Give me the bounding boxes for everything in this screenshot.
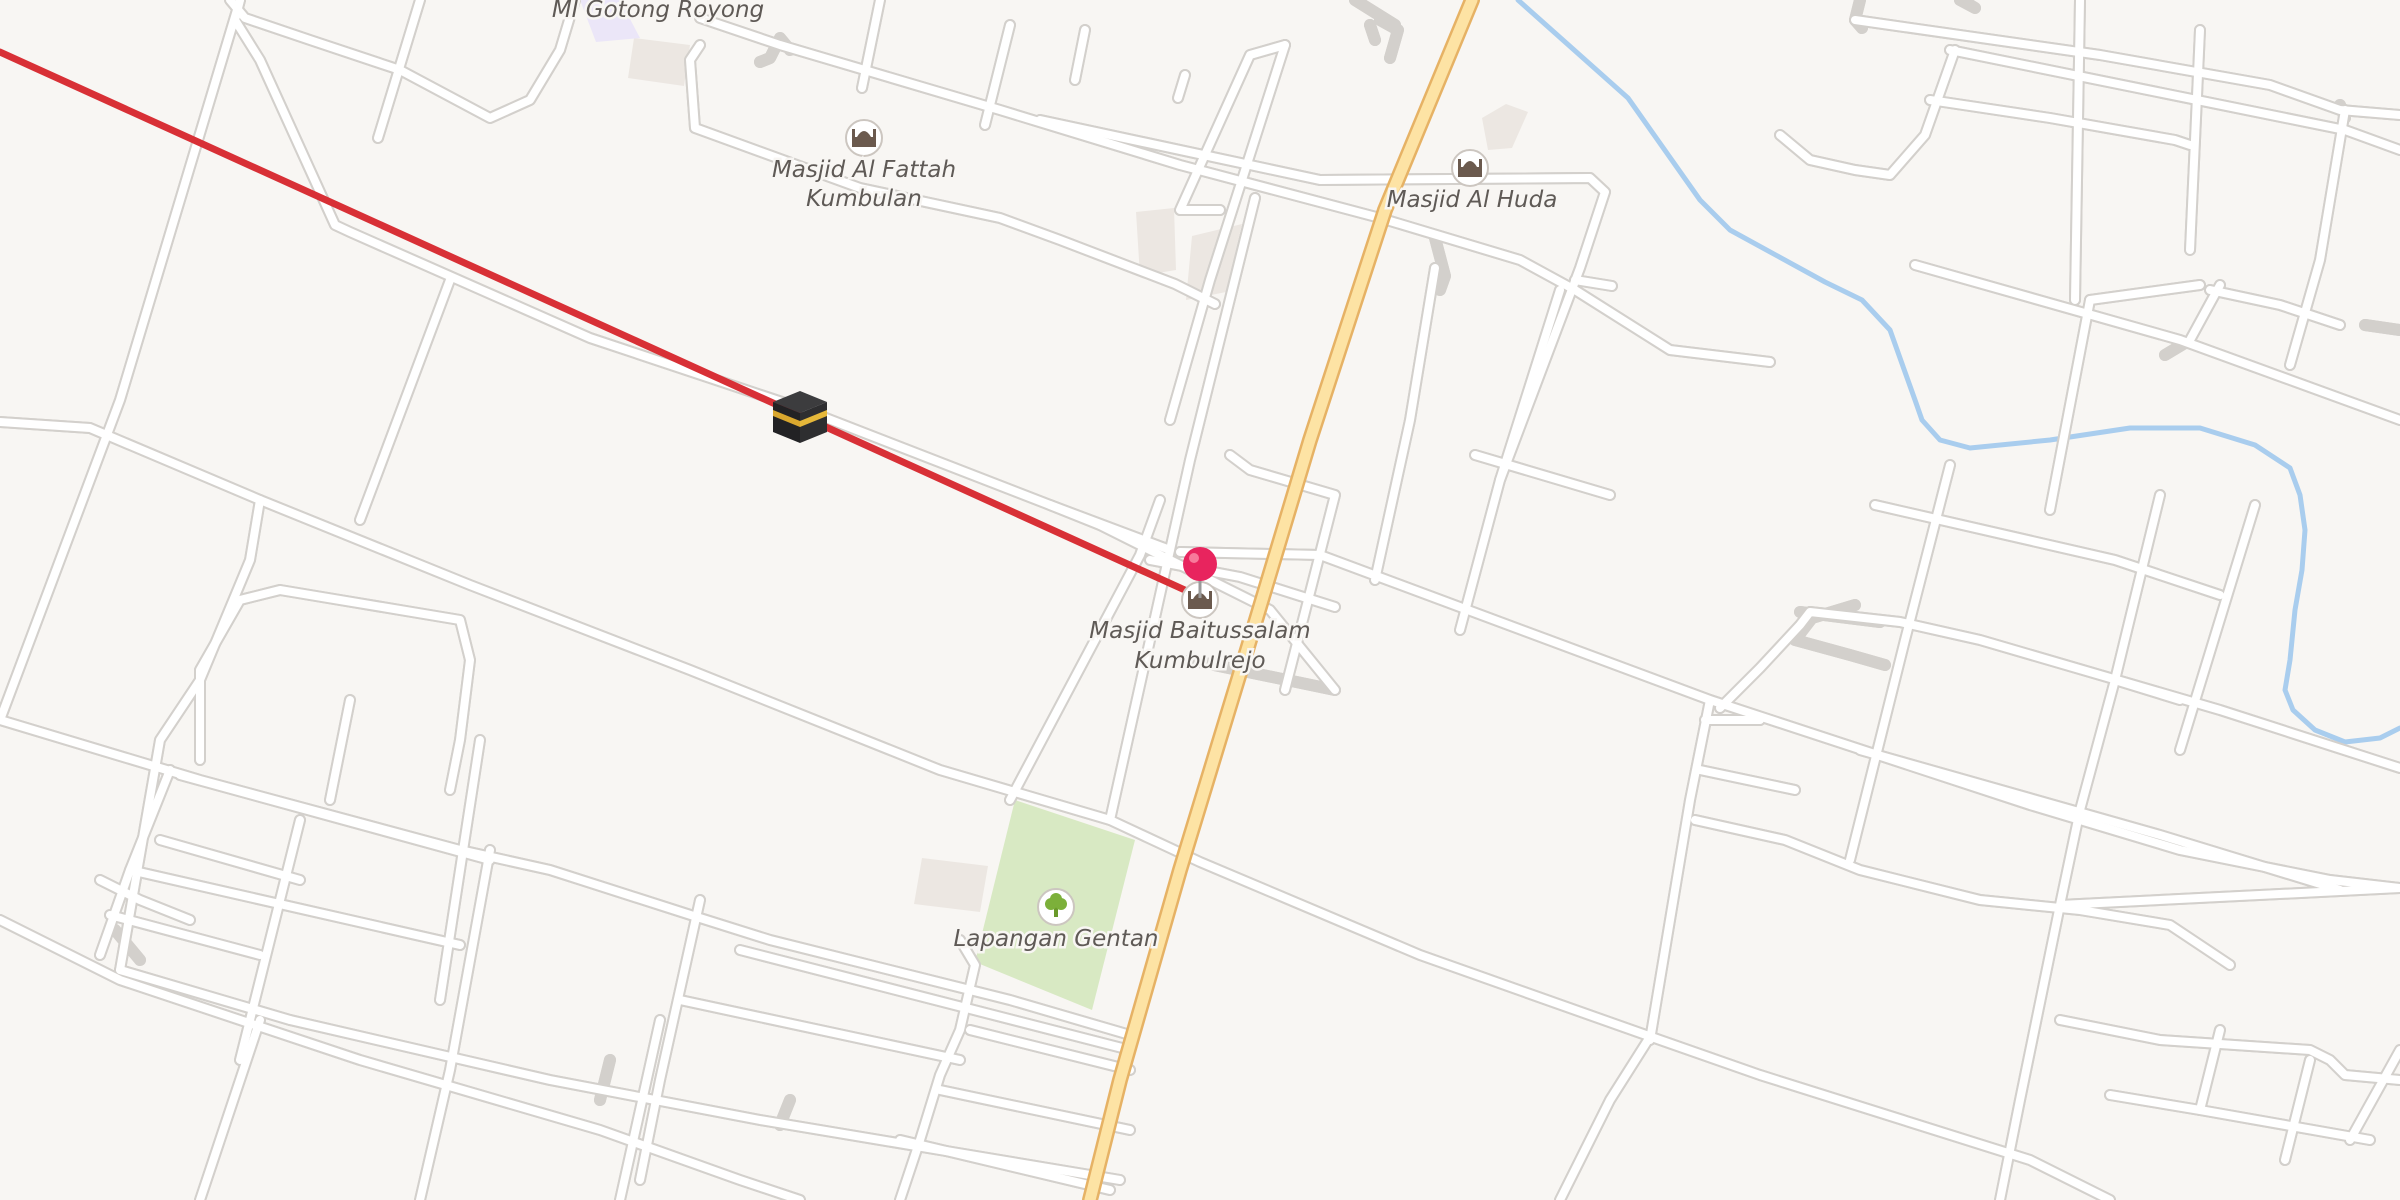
poi-label: Lapangan Gentan (953, 926, 1158, 952)
poi-label: Kumbulan (806, 186, 922, 212)
kaaba-icon[interactable] (773, 391, 827, 443)
poi-school[interactable]: MI Gotong Royong (549, 0, 766, 26)
map-canvas[interactable]: Masjid Al Fattah Kumbulan Masjid Al Huda… (0, 0, 2400, 1200)
tree-icon (1037, 888, 1075, 926)
poi-label: Masjid Baitussalam (1089, 618, 1310, 644)
poi-label: Kumbulrejo (1134, 648, 1265, 674)
poi-label: Masjid Al Fattah (772, 157, 956, 183)
poi-label: Masjid Al Huda (1387, 187, 1558, 213)
mosque-icon (845, 119, 883, 157)
poi-label: MI Gotong Royong (552, 0, 764, 23)
mosque-icon (1451, 149, 1489, 187)
